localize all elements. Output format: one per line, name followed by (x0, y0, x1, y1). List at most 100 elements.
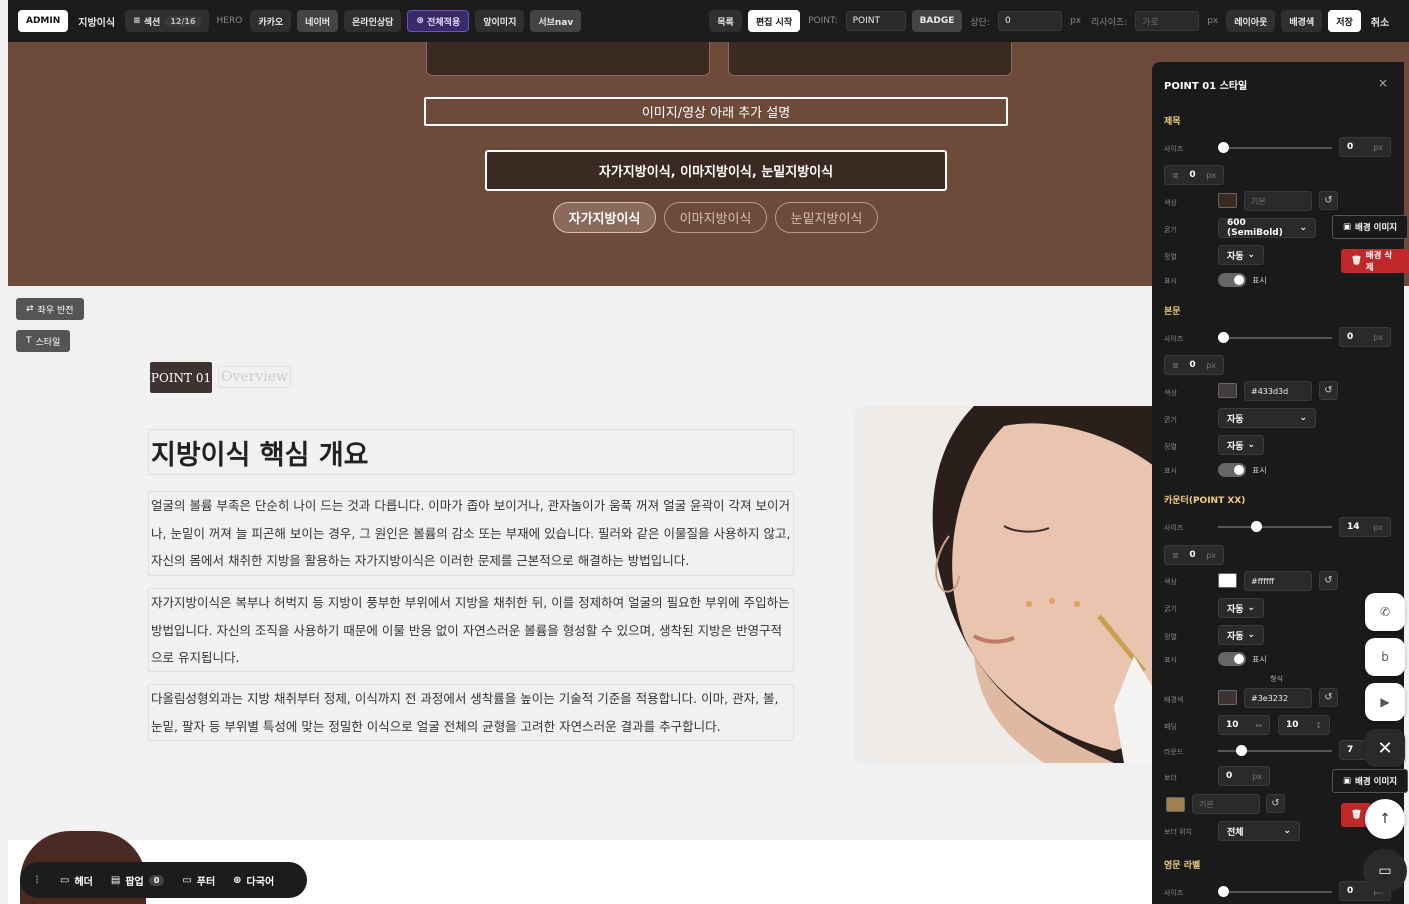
bgcolor-button[interactable]: 배경색 (1281, 10, 1323, 32)
reset-icon[interactable]: ↺ (1266, 794, 1285, 813)
resize-width-input[interactable]: 가로 (1135, 11, 1200, 31)
overview-label[interactable]: Overview (218, 366, 292, 388)
style-button[interactable]: T 스타일 (16, 330, 71, 352)
border-color-input[interactable]: 기본 (1192, 794, 1260, 814)
edit-start-button[interactable]: 편집 시작 (747, 10, 801, 32)
paragraph-3[interactable]: 다올림성형외과는 지방 채취부터 정제, 이식까지 전 과정에서 생착률을 높이… (148, 684, 794, 741)
value: 자동 (1227, 251, 1244, 262)
title-color-swatch[interactable] (1218, 193, 1237, 208)
padding-x-input[interactable]: 10 ↔ (1218, 715, 1270, 735)
title-weight-select[interactable]: 600 (SemiBold) ⌄ (1218, 218, 1316, 238)
body-spacing-input[interactable]: ≣ 0 px (1164, 355, 1224, 375)
body-weight-select[interactable]: 자동 ⌄ (1218, 408, 1316, 428)
title-section-label: 제목 (1164, 117, 1181, 127)
body-show-toggle[interactable] (1218, 463, 1246, 477)
slider-knob[interactable] (1218, 142, 1229, 153)
globe-icon: ⊕ (416, 16, 428, 26)
online-consult-button[interactable]: 온라인상담 (344, 10, 402, 32)
title-color-input[interactable]: 기본 (1244, 191, 1312, 211)
multilang-button[interactable]: ⊕ 다국어 (233, 873, 274, 888)
title-spacing-input[interactable]: ≣ 0 px (1164, 165, 1224, 185)
youtube-icon[interactable]: ▶ (1365, 683, 1405, 721)
counter-bg-input[interactable]: #3e3232 (1244, 688, 1312, 708)
paragraph-1[interactable]: 얼굴의 볼륨 부족은 단순히 나이 드는 것과 다릅니다. 이마가 좁아 보이거… (148, 491, 794, 576)
reset-icon[interactable]: ↺ (1319, 191, 1338, 210)
bg-image-button[interactable]: ▣ 배경 이미지 (1332, 215, 1409, 239)
counter-bg-swatch[interactable] (1218, 690, 1237, 705)
counter-spacing-input[interactable]: ≣ 0 px (1164, 545, 1224, 565)
border-pos-select[interactable]: 전체 ⌄ (1218, 821, 1300, 841)
title-size-input[interactable]: 0 px (1339, 137, 1391, 157)
swap-layout-button[interactable]: ⇄ 좌우 반전 (16, 298, 84, 320)
toggle-label: 표시 (1252, 655, 1267, 664)
px-unit-1: px (1070, 16, 1082, 26)
padding-y-input[interactable]: 10 ↕ (1278, 715, 1330, 735)
subnav-button[interactable]: 서브nav (530, 10, 582, 32)
front-image-button[interactable]: 앞이미지 (475, 10, 525, 32)
hero-tab-1[interactable]: 자가지방이식 (553, 202, 656, 233)
title-align-select[interactable]: 자동 ⌄ (1218, 245, 1264, 265)
hero-tab-3[interactable]: 눈밑지방이식 (775, 202, 878, 233)
blog-icon[interactable]: b (1365, 638, 1405, 676)
title-size-slider[interactable] (1218, 142, 1332, 153)
body-size-input[interactable]: 0 px (1339, 327, 1391, 347)
naver-button[interactable]: 네이버 (297, 10, 339, 32)
title-show-toggle[interactable] (1218, 273, 1246, 287)
scroll-top-icon[interactable]: ↑ (1365, 799, 1405, 839)
hero-description[interactable]: 이미지/영상 아래 추가 설명 (424, 97, 1008, 126)
point-badge[interactable]: POINT 01 (150, 362, 212, 393)
body-size-slider[interactable] (1218, 332, 1332, 343)
kakao-button[interactable]: 카카오 (250, 10, 292, 32)
hero-title[interactable]: 자가지방이식, 이마지방이식, 눈밑지방이식 (485, 150, 947, 191)
slider-knob[interactable] (1236, 745, 1247, 756)
header-button[interactable]: ▭ 헤더 (60, 873, 93, 888)
body-align-select[interactable]: 자동 ⌄ (1218, 435, 1264, 455)
apply-all-button[interactable]: ⊕ 전체적용 (407, 10, 470, 32)
eng-size-slider[interactable] (1218, 886, 1332, 897)
top-offset-input[interactable]: 0 (998, 11, 1062, 31)
padding-label: 패딩 (1164, 723, 1177, 731)
body-color-input[interactable]: #433d3d (1244, 381, 1312, 401)
close-fab-icon[interactable]: ✕ (1365, 729, 1405, 767)
counter-show-toggle[interactable] (1218, 652, 1246, 666)
bg-image-label: 배경 이미지 (1355, 223, 1398, 233)
reset-icon[interactable]: ↺ (1319, 688, 1338, 707)
save-button[interactable]: 저장 (1328, 10, 1361, 32)
layout-button[interactable]: 레이아웃 (1226, 10, 1276, 32)
badge-button[interactable]: BADGE (911, 10, 963, 32)
phone-icon[interactable]: ✆ (1365, 593, 1405, 631)
sections-button[interactable]: ≡ 섹션 12/16 (125, 10, 209, 32)
point-input[interactable]: POINT (845, 11, 906, 31)
list-button[interactable]: 목록 (709, 10, 742, 32)
counter-size-slider[interactable] (1218, 521, 1332, 532)
reset-icon[interactable]: ↺ (1319, 571, 1338, 590)
bg-image-button-2[interactable]: ▣ 배경 이미지 (1332, 769, 1409, 793)
counter-align-select[interactable]: 자동 ⌄ (1218, 625, 1264, 645)
header-icon: ▭ (60, 874, 70, 886)
counter-size-input[interactable]: 14 px (1339, 517, 1391, 537)
drag-handle-icon[interactable]: ⋮ (32, 875, 42, 886)
body-color-swatch[interactable] (1218, 383, 1237, 398)
section-heading[interactable]: 지방이식 핵심 개요 (148, 429, 794, 475)
popup-button[interactable]: ▤ 팝업 0 (111, 873, 165, 888)
reset-icon[interactable]: ↺ (1319, 381, 1338, 400)
border-width-input[interactable]: 0 px (1218, 766, 1270, 786)
align-label: 정렬 (1164, 633, 1177, 641)
slider-knob[interactable] (1251, 521, 1262, 532)
footer-button[interactable]: ▭ 푸터 (182, 873, 215, 888)
hero-tab-2[interactable]: 이마지방이식 (664, 202, 767, 233)
counter-color-input[interactable]: #ffffff (1244, 571, 1312, 591)
paragraph-2[interactable]: 자가지방이식은 복부나 허벅지 등 지방이 풍부한 부위에서 지방을 채취한 뒤… (148, 588, 794, 672)
cancel-button[interactable]: 취소 (1367, 14, 1393, 29)
admin-badge[interactable]: ADMIN (18, 10, 69, 32)
close-icon[interactable]: × (1378, 76, 1388, 90)
border-color-swatch[interactable] (1166, 797, 1185, 812)
bg-delete-button[interactable]: 🗑 배경 삭제 (1341, 249, 1409, 273)
round-slider[interactable] (1218, 745, 1332, 756)
counter-weight-select[interactable]: 자동 ⌄ (1218, 598, 1264, 618)
slider-knob[interactable] (1218, 332, 1229, 343)
counter-color-swatch[interactable] (1218, 573, 1237, 588)
chat-icon[interactable]: ▭ (1363, 849, 1407, 893)
hero-media-card (728, 42, 1012, 76)
slider-knob[interactable] (1218, 886, 1229, 897)
